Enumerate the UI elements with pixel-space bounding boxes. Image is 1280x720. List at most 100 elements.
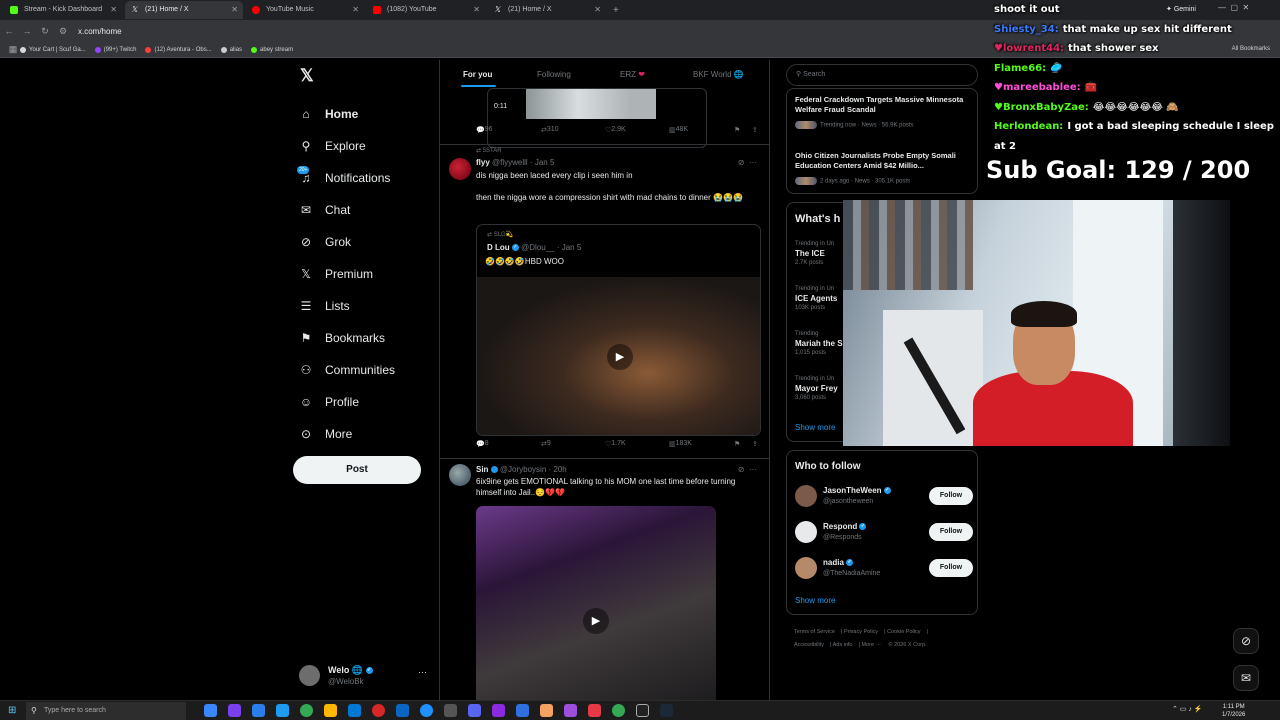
bookmark-item[interactable]: abey stream: [251, 46, 293, 53]
taskbar-search[interactable]: ⚲ Type here to search: [26, 702, 186, 720]
tab-for-you[interactable]: For you: [463, 70, 492, 79]
sidebar-item-lists[interactable]: ☰ Lists: [299, 290, 395, 322]
bookmark-item[interactable]: Your Cart | Scuf Ga...: [20, 46, 86, 53]
follow-suggestion[interactable]: Respond ✓ @Responds Follow: [795, 519, 973, 545]
windows-start-icon[interactable]: ⊞: [8, 705, 16, 716]
footer-link[interactable]: Cookie Policy: [887, 629, 920, 635]
repost-button[interactable]: ⇄ 9: [541, 440, 551, 448]
more-icon[interactable]: ⊘ ···: [738, 158, 757, 167]
show-more-link[interactable]: Show more: [795, 423, 835, 432]
follow-suggestion[interactable]: JasonTheWeen ✓ @jasontheween Follow: [795, 483, 973, 509]
close-icon[interactable]: ✕: [594, 1, 601, 19]
play-icon[interactable]: ▶: [607, 344, 633, 370]
app-icon[interactable]: [204, 704, 217, 717]
repost-button[interactable]: ⇄ 310: [541, 126, 559, 134]
steam-icon[interactable]: [660, 704, 673, 717]
like-button[interactable]: ♡ 1.7K: [605, 440, 626, 448]
search-input[interactable]: ⚲ Search: [786, 64, 978, 86]
account-switcher[interactable]: Welo 🌐 ✓ @WeloBk ···: [299, 664, 434, 688]
like-button[interactable]: ♡ 2.9K: [605, 126, 626, 134]
edge-icon[interactable]: [420, 704, 433, 717]
trend-item[interactable]: Trending in Un ICE Agents 103K posts: [795, 286, 837, 311]
sidebar-item-premium[interactable]: 𝕏 Premium: [299, 258, 395, 290]
share-icon[interactable]: ⇪: [752, 440, 758, 448]
show-more-link[interactable]: Show more: [795, 596, 835, 605]
sidebar-item-more[interactable]: ⊙ More: [299, 418, 395, 450]
x-logo-icon[interactable]: 𝕏: [300, 66, 314, 86]
follow-button[interactable]: Follow: [929, 523, 973, 541]
footer-link[interactable]: Privacy Policy: [844, 629, 878, 635]
apps-icon[interactable]: ▦: [6, 44, 20, 55]
system-tray[interactable]: ⌃ ▭ ♪ ⚡: [1172, 705, 1203, 713]
chrome-icon[interactable]: [612, 704, 625, 717]
footer-link[interactable]: Terms of Service: [794, 629, 835, 635]
play-icon[interactable]: ▶: [583, 608, 609, 634]
sidebar-item-explore[interactable]: ⚲ Explore: [299, 130, 395, 162]
chrome-icon[interactable]: [300, 704, 313, 717]
app-icon[interactable]: [564, 704, 577, 717]
trend-item[interactable]: Trending in Un Mayor Frey 3,060 posts: [795, 376, 838, 401]
folder-icon[interactable]: [324, 704, 337, 717]
sidebar-item-grok[interactable]: ⊘ Grok: [299, 226, 395, 258]
browser-tab[interactable]: YouTube Music ✕: [246, 1, 364, 19]
bookmark-icon[interactable]: ⚑: [734, 126, 740, 134]
tweet[interactable]: Sin ✓ @Joryboysin · 20h ⊘ ··· 6ix9ine ge…: [440, 460, 769, 700]
browser-tab[interactable]: (1082) YouTube ✕: [367, 1, 485, 19]
site-info-icon[interactable]: ⚙: [54, 26, 72, 37]
bookmark-item[interactable]: (12) Aventura - Obs...: [145, 46, 212, 53]
browser-tab-active[interactable]: 𝕏 (21) Home / X ✕: [125, 1, 243, 19]
back-icon[interactable]: ←: [0, 26, 18, 36]
views-button[interactable]: ▥ 183K: [669, 440, 692, 448]
sidebar-item-notifications[interactable]: ♫ 20+ Notifications: [297, 162, 395, 194]
footer-link[interactable]: More ···: [861, 642, 881, 648]
app-icon[interactable]: [588, 704, 601, 717]
close-icon[interactable]: ✕: [473, 1, 480, 19]
messages-icon[interactable]: ✉: [1233, 665, 1259, 691]
reload-icon[interactable]: ↻: [36, 26, 54, 37]
avatar[interactable]: [449, 464, 471, 486]
trend-item[interactable]: Trending Mariah the S 1,015 posts: [795, 331, 843, 356]
news-headline[interactable]: Ohio Citizen Journalists Probe Empty Som…: [795, 151, 975, 171]
forward-icon[interactable]: →: [18, 26, 36, 36]
bookmark-item[interactable]: (99+) Twitch: [94, 46, 136, 53]
follow-button[interactable]: Follow: [929, 559, 973, 577]
tab-erz[interactable]: ERZ ❤: [620, 70, 645, 79]
follow-suggestion[interactable]: nadia ✓ @TheNadiaAmine Follow: [795, 555, 973, 581]
post-button[interactable]: Post: [293, 456, 421, 484]
app-icon[interactable]: [636, 704, 649, 717]
author-name[interactable]: Sin: [476, 465, 488, 474]
sidebar-item-home[interactable]: ⌂ Home: [299, 98, 395, 130]
app-icon[interactable]: [444, 704, 457, 717]
tab-following[interactable]: Following: [537, 70, 571, 79]
app-icon[interactable]: [276, 704, 289, 717]
bookmark-item[interactable]: alias: [220, 46, 242, 53]
bookmark-icon[interactable]: ⚑: [734, 440, 740, 448]
sidebar-item-chat[interactable]: ✉ Chat: [299, 194, 395, 226]
close-icon[interactable]: ✕: [110, 1, 117, 19]
url-field[interactable]: x.com/home: [78, 27, 122, 36]
trend-item[interactable]: Trending in Un The ICE 2.7K posts: [795, 241, 834, 266]
sidebar-item-profile[interactable]: ☺ Profile: [299, 386, 395, 418]
close-icon[interactable]: ✕: [352, 1, 359, 19]
views-button[interactable]: ▥ 48K: [669, 126, 688, 134]
avatar[interactable]: [449, 158, 471, 180]
app-icon[interactable]: [252, 704, 265, 717]
browser-tab[interactable]: 𝕏 (21) Home / X ✕: [488, 1, 606, 19]
app-icon[interactable]: [348, 704, 361, 717]
discord-icon[interactable]: [468, 704, 481, 717]
footer-link[interactable]: Accessibility: [794, 642, 824, 648]
author-name[interactable]: flyy: [476, 158, 490, 167]
video-player[interactable]: ▶: [477, 277, 760, 435]
more-icon[interactable]: ···: [418, 667, 427, 677]
grok-icon[interactable]: ⊘: [1233, 628, 1259, 654]
sidebar-item-communities[interactable]: ⚇ Communities: [299, 354, 395, 386]
share-icon[interactable]: ⇪: [752, 126, 758, 134]
app-icon[interactable]: [516, 704, 529, 717]
video-clip[interactable]: 0:11: [487, 88, 707, 148]
tab-bkf-world[interactable]: BKF World 🌐: [693, 70, 744, 79]
footer-link[interactable]: Ads info: [833, 642, 853, 648]
news-headline[interactable]: Federal Crackdown Targets Massive Minnes…: [795, 95, 975, 115]
video-player[interactable]: ▶: [476, 506, 716, 700]
taskbar-clock[interactable]: 1:11 PM 1/7/2026: [1222, 703, 1245, 719]
app-icon[interactable]: [228, 704, 241, 717]
